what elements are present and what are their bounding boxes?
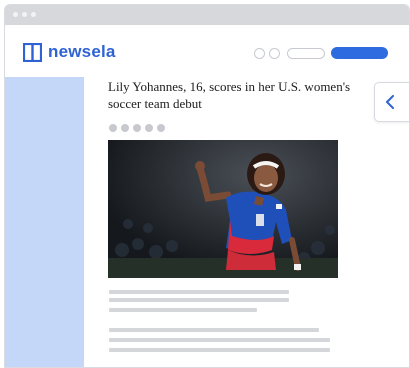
header-placeholder-pill[interactable] [287,48,325,59]
placeholder-dot[interactable] [133,124,141,132]
logo-wordmark: newsela [48,42,116,61]
header-placeholder-icon[interactable] [254,48,265,59]
text-placeholder-line [109,298,289,302]
newsela-book-icon [23,42,42,62]
window-control-dot[interactable] [13,12,18,17]
soccer-player-illustration [108,140,338,278]
window-titlebar [5,5,409,25]
window-control-dot[interactable] [22,12,27,17]
article-photo [108,140,338,278]
left-sidebar [5,77,84,367]
article-headline: Lily Yohannes, 16, scores in her U.S. wo… [108,79,351,111]
newsela-logo[interactable]: newsela [23,42,116,62]
back-button[interactable] [374,82,409,122]
placeholder-dot[interactable] [121,124,129,132]
header-primary-button[interactable] [331,47,388,59]
chevron-left-icon [386,95,394,109]
text-placeholder-line [109,338,330,342]
article-action-dots [109,124,165,132]
window-control-dot[interactable] [31,12,36,17]
browser-window: newsela Lily Yohannes, 16, scores in her… [4,4,410,368]
text-placeholder-line [109,290,289,294]
placeholder-dot[interactable] [145,124,153,132]
text-placeholder-line [109,348,330,352]
placeholder-dot[interactable] [157,124,165,132]
text-placeholder-line [109,328,319,332]
header-placeholder-icon[interactable] [269,48,280,59]
text-placeholder-line [109,308,257,312]
placeholder-dot[interactable] [109,124,117,132]
site-header: newsela [5,25,409,77]
